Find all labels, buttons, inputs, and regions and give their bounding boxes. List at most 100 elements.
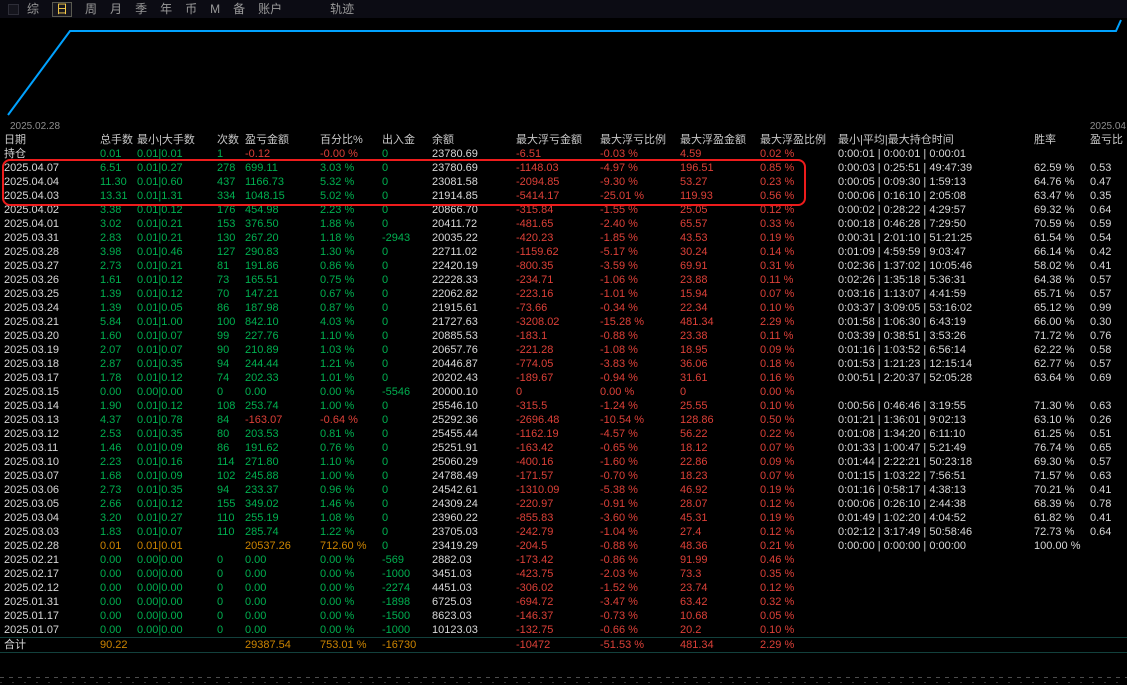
table-row[interactable]: 2025.03.31 2.83 0.01|0.21 130 267.20 1.18 % -2… <box>0 231 1127 245</box>
cell: 376.50 <box>245 218 279 230</box>
cell: 0 <box>217 624 224 636</box>
column-header[interactable]: 最大浮亏比例 <box>596 133 676 147</box>
cell: 0.57 <box>1090 456 1112 468</box>
cell: 3.02 <box>100 218 122 230</box>
column-header[interactable]: 最大浮盈金额 <box>676 133 756 147</box>
table-row[interactable]: 2025.03.27 2.73 0.01|0.21 81 191.86 0.86 % 0 22… <box>0 259 1127 273</box>
table-row[interactable]: 2025.03.03 1.83 0.01|0.07 110 285.74 1.22 % 0 2… <box>0 525 1127 539</box>
cell <box>834 567 1030 581</box>
table-row[interactable]: 2025.03.12 2.53 0.01|0.35 80 203.53 0.81 % 0 25… <box>0 427 1127 441</box>
menu-item-zhanghu[interactable]: 账户 <box>258 1 282 17</box>
menu-item-trajectory[interactable]: 轨迹 <box>330 1 354 17</box>
cell: 0.35 % <box>760 568 795 580</box>
table-row[interactable]: 2025.04.07 6.51 0.01|0.27 278 699.11 3.03 % 0 2… <box>0 161 1127 175</box>
cell: 0:00:03 | 0:25:51 | 49:47:39 <box>838 162 973 174</box>
table-row[interactable]: 2025.01.17 0.00 0.00|0.00 0 0.00 0.00 % -1500 8… <box>0 609 1127 623</box>
cell: 1 <box>217 148 224 160</box>
table-row[interactable]: 2025.03.28 3.98 0.01|0.46 127 290.83 1.30 % 0 2… <box>0 245 1127 259</box>
table-row[interactable]: 2025.02.12 0.00 0.00|0.00 0 0.00 0.00 % -2274 4… <box>0 581 1127 595</box>
cell: 61.25 % <box>1034 428 1075 440</box>
column-header[interactable]: 最小|平均|最大持仓时间 <box>834 133 1030 147</box>
table-row[interactable]: 2025.03.17 1.78 0.01|0.12 74 202.33 1.01 % 0 20… <box>0 371 1127 385</box>
menu-item-bi[interactable]: 币 <box>185 1 197 17</box>
cell: -1.01 % <box>600 288 638 300</box>
cell: 0.01|1.00 <box>137 316 183 328</box>
position-row[interactable]: 持仓 0.01 0.01|0.01 1 -0.12 -0.00 % 0 23780.69 -6.… <box>0 147 1127 161</box>
table-row[interactable]: 2025.03.04 3.20 0.01|0.27 110 255.19 1.08 % 0 2… <box>0 511 1127 525</box>
cell: 2025.02.12 <box>4 582 60 594</box>
menu-item-yue[interactable]: 月 <box>110 1 122 17</box>
menu-item-bei[interactable]: 备 <box>233 1 245 17</box>
table-row[interactable]: 2025.03.25 1.39 0.01|0.12 70 147.21 0.67 % 0 22… <box>0 287 1127 301</box>
cell: 0:01:16 | 0:58:17 | 4:38:13 <box>838 484 967 496</box>
column-header[interactable]: 最大浮盈比例 <box>756 133 834 147</box>
cell: 70.21 % <box>1034 484 1075 496</box>
table-row[interactable]: 2025.03.11 1.46 0.01|0.09 86 191.62 0.76 % 0 25… <box>0 441 1127 455</box>
table-row[interactable]: 2025.03.19 2.07 0.01|0.07 90 210.89 1.03 % 0 20… <box>0 343 1127 357</box>
table-row[interactable]: 2025.03.21 5.84 0.01|1.00 100 842.10 4.03 % 0 2… <box>0 315 1127 329</box>
cell: 0.00 <box>100 582 122 594</box>
table-row[interactable]: 2025.01.07 0.00 0.00|0.00 0 0.00 0.00 % -1000 1… <box>0 623 1127 638</box>
table-row[interactable]: 2025.04.02 3.38 0.01|0.12 176 454.98 2.23 % 0 2… <box>0 203 1127 217</box>
table-row[interactable]: 2025.03.10 2.23 0.01|0.16 114 271.80 1.10 % 0 2… <box>0 455 1127 469</box>
cell: 0.01|0.35 <box>137 428 183 440</box>
menu-item-zong[interactable]: 综 <box>27 1 39 17</box>
cell: 1048.15 <box>245 190 285 202</box>
column-header[interactable]: 盈亏比 <box>1086 133 1127 147</box>
table-body: 持仓 0.01 0.01|0.01 1 -0.12 -0.00 % 0 23780.69 -6.… <box>0 147 1127 653</box>
table-row[interactable]: 2025.03.06 2.73 0.01|0.35 94 233.37 0.96 % 0 24… <box>0 483 1127 497</box>
table-row[interactable]: 2025.03.24 1.39 0.01|0.05 86 187.98 0.87 % 0 21… <box>0 301 1127 315</box>
cell: 1.90 <box>100 400 122 412</box>
header-row: 日期 总手数 最小|大手数 次数 盈亏金额 百分比% 出入金 余额 最大浮亏金额 最大浮亏比例 最大… <box>0 133 1127 147</box>
menu-item-ji[interactable]: 季 <box>135 1 147 17</box>
cell: 0.01 <box>100 540 122 552</box>
column-header[interactable]: 日期 <box>0 133 96 147</box>
table-row[interactable]: 2025.02.17 0.00 0.00|0.00 0 0.00 0.00 % -1000 3… <box>0 567 1127 581</box>
table-row[interactable]: 2025.03.13 4.37 0.01|0.78 84 -163.07 -0.64 % 0… <box>0 413 1127 427</box>
cell: 0 <box>382 344 389 356</box>
cell: 0.32 % <box>760 596 795 608</box>
cell: -4.57 % <box>600 428 638 440</box>
cell: 0.00 % <box>600 386 635 398</box>
table-row[interactable]: 2025.01.31 0.00 0.00|0.00 0 0.00 0.00 % -1898 6… <box>0 595 1127 609</box>
menu-item-zhou[interactable]: 周 <box>85 1 97 17</box>
cell: 0.64 <box>1090 526 1112 538</box>
menu-item-nian[interactable]: 年 <box>160 1 172 17</box>
table-row[interactable]: 2025.03.18 2.87 0.01|0.35 94 244.44 1.21 % 0 20… <box>0 357 1127 371</box>
cell: 1.46 <box>100 442 122 454</box>
table-row[interactable]: 2025.03.05 2.66 0.01|0.12 155 349.02 1.46 % 0 2… <box>0 497 1127 511</box>
table-row[interactable]: 2025.03.20 1.60 0.01|0.07 99 227.76 1.10 % 0 20… <box>0 329 1127 343</box>
column-header[interactable]: 胜率 <box>1030 133 1086 147</box>
column-header[interactable]: 百分比% <box>316 133 378 147</box>
column-header[interactable]: 最大浮亏金额 <box>512 133 596 147</box>
cell: 0.00 <box>100 386 122 398</box>
column-header[interactable]: 盈亏金额 <box>241 133 316 147</box>
table-row[interactable]: 2025.03.26 1.61 0.01|0.12 73 165.51 0.75 % 0 22… <box>0 273 1127 287</box>
table-row[interactable]: 2025.04.01 3.02 0.01|0.21 153 376.50 1.88 % 0 2… <box>0 217 1127 231</box>
cell <box>1086 623 1127 638</box>
table-row[interactable]: 2025.03.07 1.68 0.01|0.09 102 245.88 1.00 % 0 2… <box>0 469 1127 483</box>
cell: -1.06 % <box>600 274 638 286</box>
menu-item-ri[interactable]: 日 <box>52 1 73 17</box>
table-row[interactable]: 2025.02.28 0.01 0.01|0.01 20537.26 712.60 % 0… <box>0 539 1127 553</box>
cell: 0.78 <box>1090 498 1112 510</box>
column-header[interactable]: 最小|大手数 <box>133 133 213 147</box>
cell: 0.01|0.60 <box>137 176 183 188</box>
column-header[interactable]: 余额 <box>428 133 512 147</box>
table-row[interactable]: 2025.04.04 11.30 0.01|0.60 437 1166.73 5.32 %… <box>0 175 1127 189</box>
cell: 0:03:16 | 1:13:07 | 4:41:59 <box>838 288 967 300</box>
menu-item-m[interactable]: M <box>210 1 220 17</box>
table-row[interactable]: 2025.03.14 1.90 0.01|0.12 108 253.74 1.00 % 0 2… <box>0 399 1127 413</box>
column-header[interactable]: 次数 <box>213 133 241 147</box>
cell: -132.75 <box>516 624 554 636</box>
cell: -1000 <box>382 624 411 636</box>
table-row[interactable]: 2025.02.21 0.00 0.00|0.00 0 0.00 0.00 % -569 28… <box>0 553 1127 567</box>
column-header[interactable]: 总手数 <box>96 133 133 147</box>
table-row[interactable]: 2025.04.03 13.31 0.01|1.31 334 1048.15 5.02 %… <box>0 189 1127 203</box>
total-row[interactable]: 合计 90.22 29387.54 753.01 % -16730 -10472 -51.5… <box>0 637 1127 653</box>
column-header[interactable]: 出入金 <box>378 133 428 147</box>
cell: -234.71 <box>516 274 554 286</box>
cell: -1.60 % <box>600 456 638 468</box>
table-row[interactable]: 2025.03.15 0.00 0.00|0.00 0 0.00 0.00 % -5546 2… <box>0 385 1127 399</box>
cell: 23780.69 <box>432 162 478 174</box>
